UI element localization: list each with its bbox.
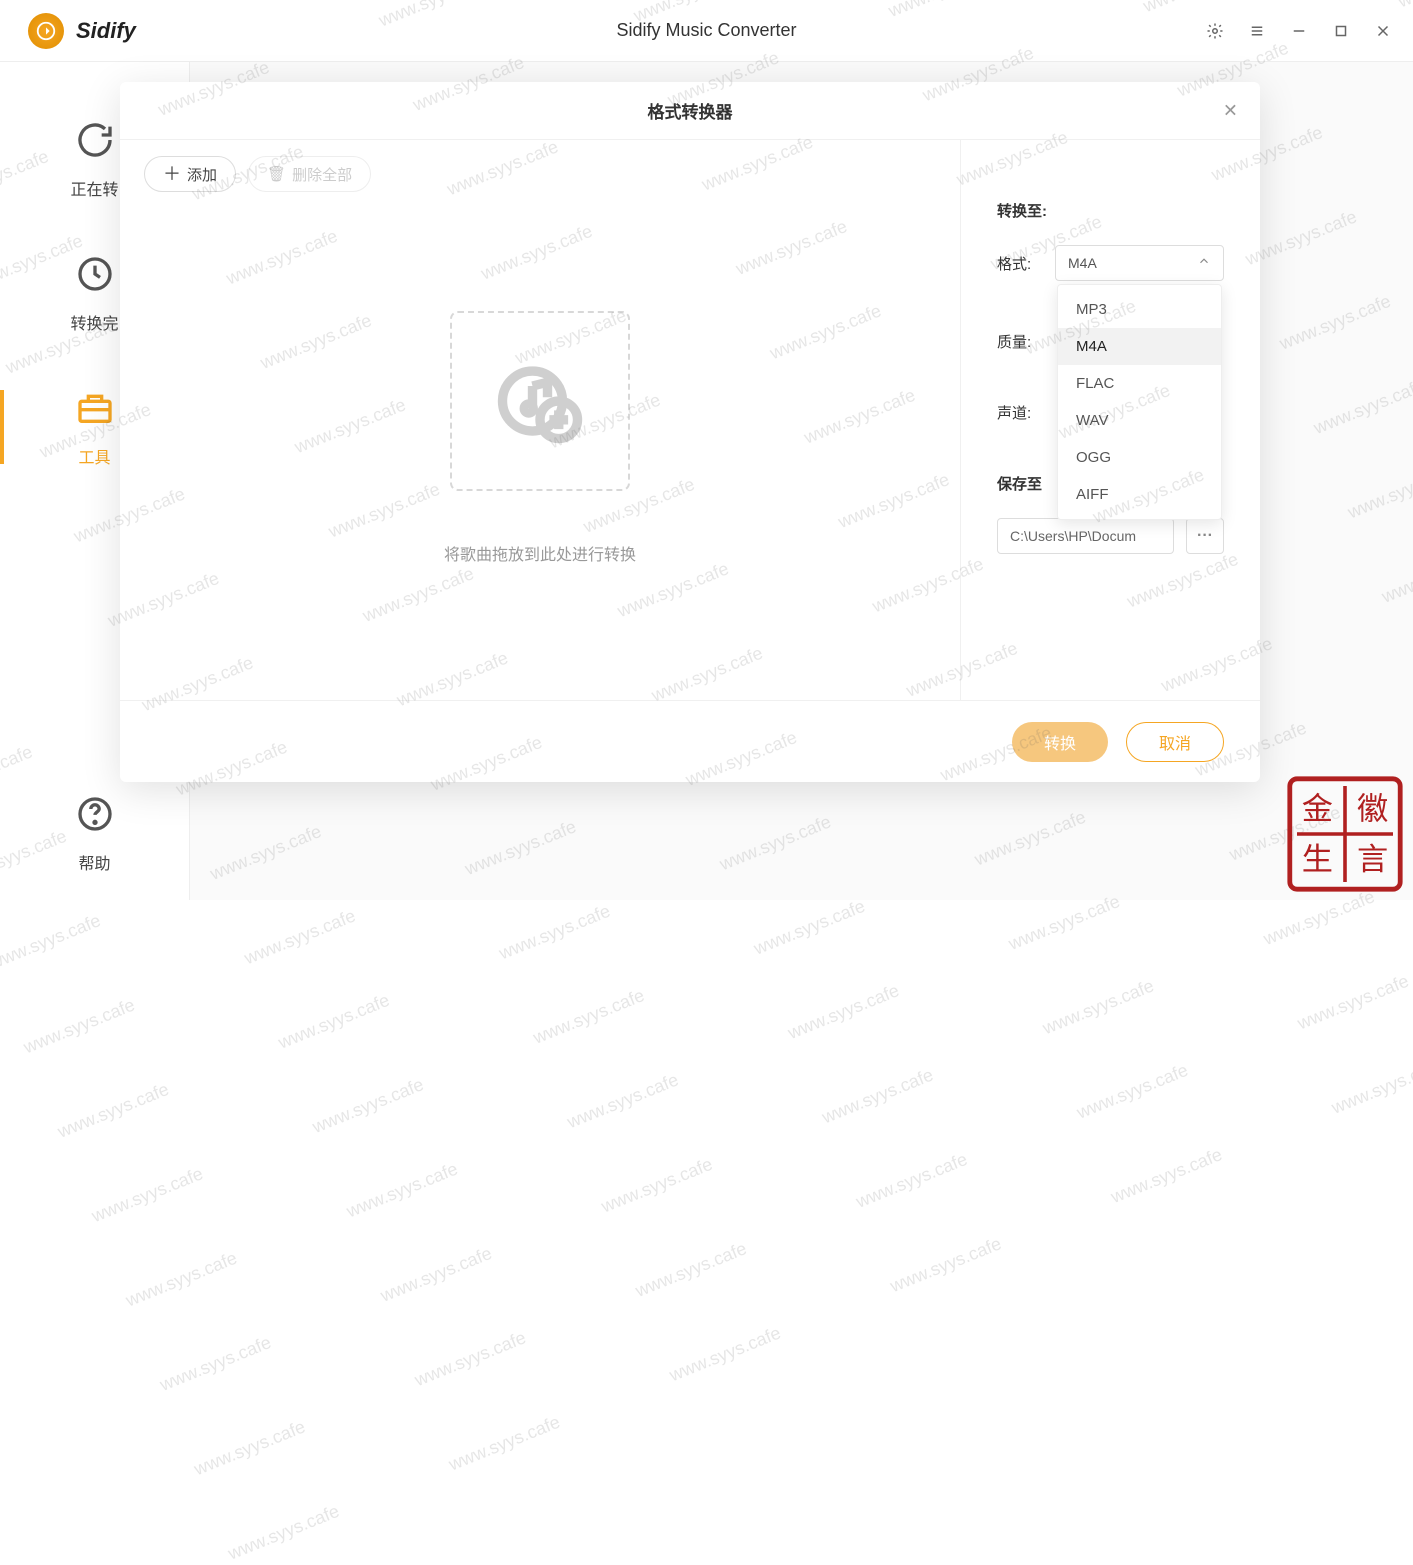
dropzone-hint: 将歌曲拖放到此处进行转换 (444, 541, 636, 565)
format-row: 格式: M4A MP3 M4A FLAC WAV OGG AIFF (997, 245, 1224, 281)
format-option[interactable]: AIFF (1058, 476, 1221, 513)
svg-text:言: 言 (1357, 842, 1388, 877)
dropzone[interactable]: 将歌曲拖放到此处进行转换 (144, 192, 936, 684)
format-value: M4A (1068, 255, 1097, 271)
format-option[interactable]: FLAC (1058, 365, 1221, 402)
sidebar-item-label: 工具 (78, 444, 110, 468)
app-title: Sidify Music Converter (616, 20, 796, 41)
sidebar-item-label: 正在转 (70, 176, 118, 200)
convert-button[interactable]: 转换 (1012, 722, 1108, 762)
svg-text:生: 生 (1302, 842, 1333, 877)
help-icon (73, 792, 117, 836)
convert-to-label: 转换至: (997, 200, 1224, 221)
app-logo (28, 13, 64, 49)
format-option[interactable]: OGG (1058, 439, 1221, 476)
titlebar: Sidify Sidify Music Converter (0, 0, 1413, 62)
refresh-icon (73, 118, 117, 162)
delete-all-label: 删除全部 (292, 164, 352, 185)
svg-text:金: 金 (1302, 792, 1333, 827)
modal-footer: 转换 取消 (120, 700, 1260, 782)
clock-icon (73, 252, 117, 296)
plus-icon: ＋ (163, 165, 181, 183)
maximize-icon[interactable] (1331, 21, 1351, 41)
modal-close-icon[interactable]: ✕ (1219, 96, 1242, 125)
sidebar-item-label: 帮助 (78, 850, 110, 874)
format-label: 格式: (997, 253, 1055, 274)
cancel-button[interactable]: 取消 (1126, 722, 1224, 762)
add-button[interactable]: ＋ 添加 (144, 156, 236, 192)
settings-icon[interactable] (1205, 21, 1225, 41)
music-add-icon (495, 356, 585, 446)
settings-pane: 转换至: 格式: M4A MP3 M4A FLAC WAV OGG AIFF (960, 140, 1260, 700)
seal-stamp: 金 徽 生 言 (1285, 774, 1405, 894)
format-option[interactable]: WAV (1058, 402, 1221, 439)
browse-button[interactable]: ··· (1186, 518, 1224, 554)
modal-header: 格式转换器 ✕ (120, 82, 1260, 140)
sidebar-item-label: 转换完 (70, 310, 118, 334)
menu-icon[interactable] (1247, 21, 1267, 41)
toolbox-icon (73, 386, 117, 430)
format-dropdown: MP3 M4A FLAC WAV OGG AIFF (1057, 284, 1222, 520)
sidebar-item-help[interactable]: 帮助 (0, 766, 189, 900)
format-converter-modal: 格式转换器 ✕ ＋ 添加 🗑 删除全部 (120, 82, 1260, 782)
modal-title: 格式转换器 (648, 98, 733, 123)
format-option[interactable]: MP3 (1058, 291, 1221, 328)
channel-label: 声道: (997, 402, 1055, 423)
quality-label: 质量: (997, 331, 1055, 352)
brand-name: Sidify (76, 18, 136, 44)
format-select[interactable]: M4A MP3 M4A FLAC WAV OGG AIFF (1055, 245, 1224, 281)
trash-icon: 🗑 (267, 165, 286, 183)
format-option[interactable]: M4A (1058, 328, 1221, 365)
delete-all-button[interactable]: 🗑 删除全部 (248, 156, 371, 192)
close-icon[interactable] (1373, 21, 1393, 41)
svg-text:徽: 徽 (1357, 792, 1388, 827)
minimize-icon[interactable] (1289, 21, 1309, 41)
add-label: 添加 (187, 164, 217, 185)
chevron-up-icon (1197, 254, 1211, 273)
save-path-field[interactable]: C:\Users\HP\Docum (997, 518, 1174, 554)
